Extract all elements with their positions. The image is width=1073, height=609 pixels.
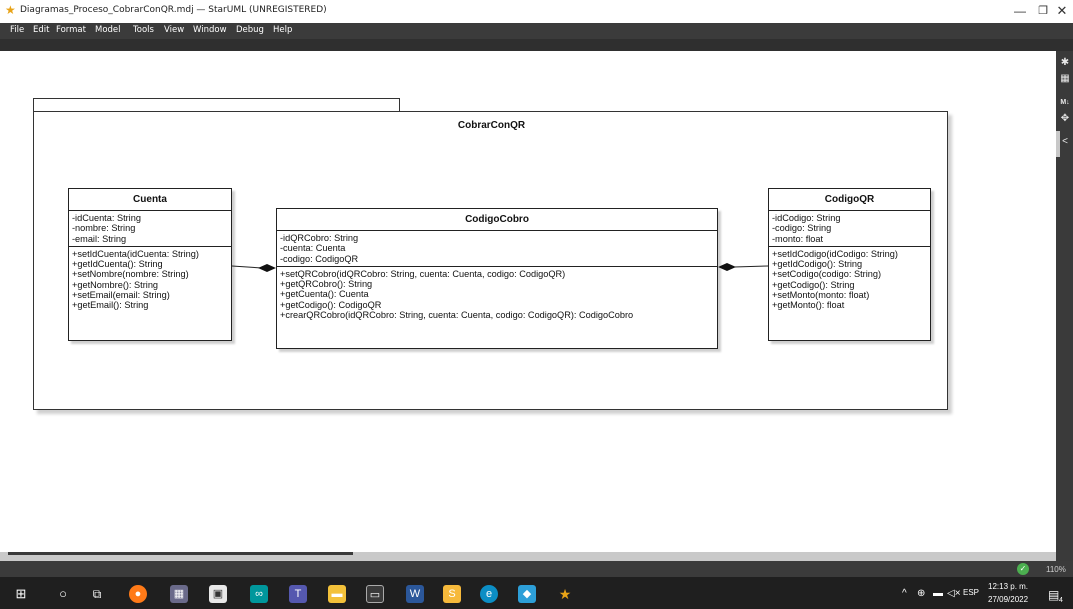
operation: +getEmail(): String — [72, 300, 149, 311]
vertical-scrollbar[interactable] — [1056, 131, 1060, 157]
operation: +getCodigo(): String — [772, 279, 855, 290]
toolbar-band — [0, 39, 1073, 51]
operation: +setEmail(email: String) — [72, 290, 170, 301]
puzzle-icon[interactable]: ✱ — [1059, 57, 1071, 69]
window-title: Diagramas_Proceso_CobrarConQR.mdj — Star… — [20, 5, 327, 15]
menu-model[interactable]: Model — [95, 25, 121, 35]
frame-title: CobrarConQR — [457, 120, 526, 131]
virtualbox-icon[interactable]: ◆ — [518, 585, 536, 603]
operations-compartment: +setIdCodigo(idCodigo: String) +getIdCod… — [769, 247, 930, 313]
operation: +getMonto(): float — [772, 300, 845, 311]
operation: +setCodigo(codigo: String) — [772, 269, 882, 280]
clock-time[interactable]: 12:13 p. m. — [988, 582, 1028, 591]
operation: +crearQRCobro(idQRCobro: String, cuenta:… — [280, 310, 634, 321]
operation: +getIdCodigo(): String — [772, 259, 863, 270]
attribute: -codigo: CodigoQR — [280, 253, 359, 264]
menu-tools[interactable]: Tools — [133, 25, 154, 35]
operation: +setIdCuenta(idCuenta: String) — [72, 248, 199, 259]
attributes-compartment: -idCuenta: String -nombre: String -email… — [69, 211, 231, 247]
operation: +setNombre(nombre: String) — [72, 269, 189, 280]
menu-format[interactable]: Format — [56, 25, 86, 35]
markdown-icon[interactable]: M↓ — [1059, 97, 1071, 109]
close-button[interactable]: ✕ — [1045, 0, 1073, 23]
arduino-icon[interactable]: ∞ — [250, 585, 268, 603]
clock-date[interactable]: 27/09/2022 — [988, 595, 1028, 604]
file-explorer-icon[interactable]: ▬ — [328, 585, 346, 603]
class-codigo-cobro[interactable]: CodigoCobro -idQRCobro: String -cuenta: … — [276, 208, 718, 349]
title-bar: ★ Diagramas_Proceso_CobrarConQR.mdj — St… — [0, 0, 1073, 23]
windows-taskbar — [0, 577, 1073, 609]
attribute: -nombre: String — [72, 223, 136, 234]
frame-tab[interactable] — [33, 98, 400, 111]
teams-icon[interactable]: T — [289, 585, 307, 603]
calculator-icon[interactable]: ▦ — [170, 585, 188, 603]
attribute: -monto: float — [772, 233, 824, 244]
menu-bar: File Edit Format Model Tools View Window… — [0, 23, 1073, 39]
horizontal-scrollbar[interactable] — [8, 552, 353, 555]
operation: +getIdCuenta(): String — [72, 259, 163, 270]
terminal-icon[interactable]: ▭ — [366, 585, 384, 603]
operations-compartment: +setQRCobro(idQRCobro: String, cuenta: C… — [277, 267, 717, 322]
attributes-compartment: -idCodigo: String -codigo: String -monto… — [769, 211, 930, 247]
battery-icon[interactable]: ▬ — [933, 588, 943, 599]
staruml-taskbar-icon[interactable]: ★ — [556, 585, 574, 603]
operation: +setQRCobro(idQRCobro: String, cuenta: C… — [280, 268, 566, 279]
menu-help[interactable]: Help — [273, 25, 292, 35]
network-icon[interactable]: ⊕ — [917, 588, 925, 599]
menu-window[interactable]: Window — [193, 25, 227, 35]
menu-edit[interactable]: Edit — [33, 25, 49, 35]
operation: +getQRCobro(): String — [280, 279, 373, 290]
operation: +getCodigo(): CodigoQR — [280, 299, 382, 310]
class-name: CodigoQR — [769, 189, 930, 211]
menu-view[interactable]: View — [164, 25, 184, 35]
attributes-compartment: -idQRCobro: String -cuenta: Cuenta -codi… — [277, 231, 717, 267]
notification-count: 4 — [1059, 597, 1063, 604]
chevron-up-icon[interactable]: ^ — [902, 588, 907, 599]
attribute: -idCodigo: String — [772, 213, 841, 223]
class-name: CodigoCobro — [277, 209, 717, 231]
operation: +getNombre(): String — [72, 279, 159, 290]
validation-ok-icon[interactable]: ✓ — [1017, 563, 1029, 575]
operation: +getCuenta(): Cuenta — [280, 289, 369, 300]
windows-start-icon[interactable]: ⊞ — [12, 585, 30, 603]
operations-compartment: +setIdCuenta(idCuenta: String) +getIdCue… — [69, 247, 231, 313]
sublime-icon[interactable]: S — [443, 585, 461, 603]
menu-debug[interactable]: Debug — [236, 25, 264, 35]
grid-icon[interactable]: ▦ — [1059, 73, 1071, 85]
firefox-icon[interactable]: ● — [129, 585, 147, 603]
attribute: -idCuenta: String — [72, 213, 141, 223]
word-icon[interactable]: W — [406, 585, 424, 603]
staruml-icon: ★ — [5, 3, 16, 17]
attribute: -email: String — [72, 233, 127, 244]
attribute: -codigo: String — [772, 223, 832, 234]
edge-icon[interactable]: e — [480, 585, 498, 603]
menu-file[interactable]: File — [10, 25, 24, 35]
search-icon[interactable]: ○ — [54, 585, 72, 603]
attribute: -cuenta: Cuenta — [280, 243, 346, 254]
class-codigo-qr[interactable]: CodigoQR -idCodigo: String -codigo: Stri… — [768, 188, 931, 341]
share-icon[interactable]: < — [1059, 136, 1071, 148]
status-bar — [0, 561, 1073, 577]
right-tool-strip: ✱ ▦ M↓ ✥ < — [1056, 51, 1073, 561]
operation: +setIdCodigo(idCodigo: String) — [772, 248, 898, 259]
class-name: Cuenta — [69, 189, 231, 211]
class-cuenta[interactable]: Cuenta -idCuenta: String -nombre: String… — [68, 188, 232, 341]
zoom-level[interactable]: 110% — [1046, 565, 1066, 574]
attribute: -idQRCobro: String — [280, 233, 359, 243]
move-icon[interactable]: ✥ — [1059, 113, 1071, 125]
volume-icon[interactable]: ◁× — [947, 588, 961, 599]
operation: +setMonto(monto: float) — [772, 290, 870, 301]
task-view-icon[interactable]: ⧉ — [88, 585, 106, 603]
notifications-icon[interactable]: ▤ — [1048, 588, 1059, 602]
media-icon[interactable]: ▣ — [209, 585, 227, 603]
language-indicator[interactable]: ESP — [963, 588, 979, 597]
